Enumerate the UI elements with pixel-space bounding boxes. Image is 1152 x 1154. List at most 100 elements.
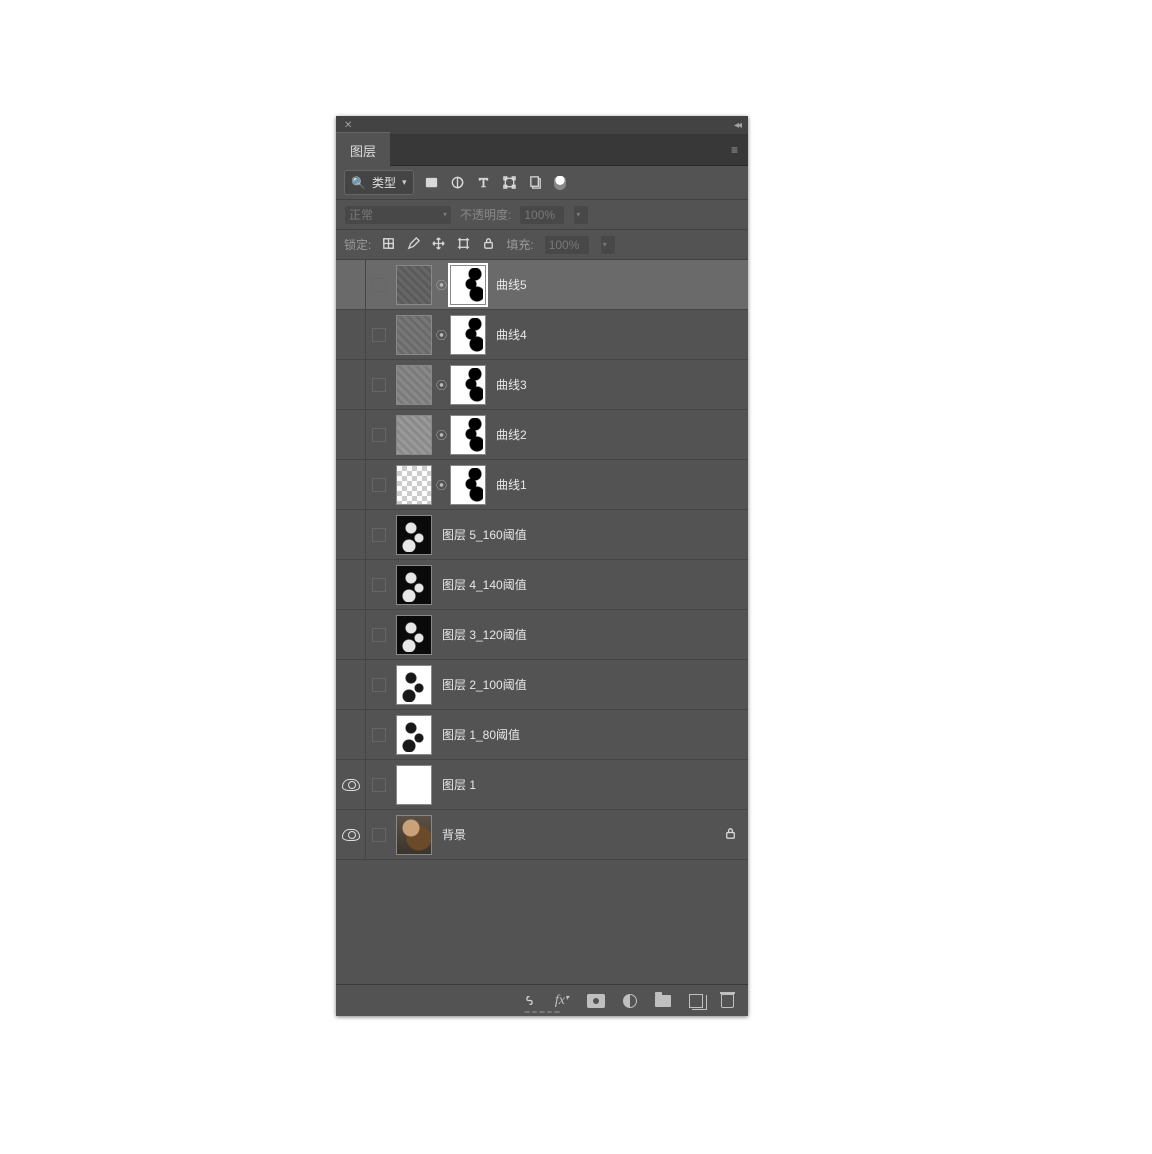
layer-row[interactable]: 背景 [336, 810, 748, 860]
opacity-input[interactable]: 100% [519, 205, 565, 225]
layer-thumbnail[interactable] [396, 415, 432, 455]
layer-row[interactable]: 图层 2_100阈值 [336, 660, 748, 710]
layers-panel: ✕ ◂◂ 图层 ≡ 🔍 类型 ▾ 正常 ▾ [336, 116, 748, 1016]
new-adjustment-icon[interactable] [623, 994, 637, 1008]
opacity-slider-toggle[interactable]: ▾ [573, 205, 589, 225]
layer-row[interactable]: ⦿ 曲线3 [336, 360, 748, 410]
close-icon[interactable]: ✕ [344, 120, 352, 131]
visibility-toggle[interactable] [336, 310, 366, 359]
layer-name[interactable]: 图层 1 [442, 776, 742, 793]
visibility-toggle[interactable] [336, 760, 366, 809]
layer-thumbnail[interactable] [396, 265, 432, 305]
thumb-group [396, 615, 432, 655]
layer-row[interactable]: ⦿ 曲线4 [336, 310, 748, 360]
layer-name[interactable]: 图层 4_140阈值 [442, 576, 742, 593]
visibility-toggle[interactable] [336, 660, 366, 709]
layer-name[interactable]: 背景 [442, 826, 723, 843]
link-layers-icon[interactable] [522, 993, 537, 1008]
layer-row[interactable]: ⦿ 曲线1 [336, 460, 748, 510]
link-icon[interactable]: ⦿ [436, 478, 446, 492]
layer-thumbnail[interactable] [396, 765, 432, 805]
filter-pixel-icon[interactable] [424, 175, 440, 191]
filter-type-select[interactable]: 🔍 类型 ▾ [344, 170, 414, 195]
layer-row[interactable]: 图层 4_140阈值 [336, 560, 748, 610]
thumb-group: ⦿ [396, 465, 486, 505]
layer-row[interactable]: 图层 5_160阈值 [336, 510, 748, 560]
opacity-value: 100% [524, 208, 555, 222]
visibility-toggle[interactable] [336, 360, 366, 409]
filter-type-icon[interactable] [476, 175, 492, 191]
expand-placeholder [372, 378, 386, 392]
layer-thumbnail[interactable] [396, 465, 432, 505]
layer-thumbnail[interactable] [396, 815, 432, 855]
visibility-toggle[interactable] [336, 610, 366, 659]
layer-row[interactable]: ⦿ 曲线5 [336, 260, 748, 310]
fill-input[interactable]: 100% [544, 235, 590, 255]
layer-thumbnail[interactable] [396, 565, 432, 605]
layer-style-icon[interactable]: fx▾ [555, 993, 569, 1009]
layer-name[interactable]: 曲线3 [496, 376, 742, 393]
add-mask-icon[interactable] [587, 994, 605, 1008]
link-icon[interactable]: ⦿ [436, 328, 446, 342]
resize-grip[interactable] [524, 1011, 560, 1014]
visibility-toggle[interactable] [336, 410, 366, 459]
layer-thumbnail[interactable] [396, 715, 432, 755]
panel-menu-icon[interactable]: ≡ [731, 143, 748, 157]
layer-mask-thumbnail[interactable] [450, 315, 486, 355]
link-icon[interactable]: ⦿ [436, 378, 446, 392]
filter-shape-icon[interactable] [502, 175, 518, 191]
new-layer-icon[interactable] [689, 994, 703, 1008]
filter-label: 类型 [372, 174, 396, 191]
fill-slider-toggle[interactable]: ▾ [600, 235, 616, 255]
visibility-toggle[interactable] [336, 710, 366, 759]
layer-name[interactable]: 图层 2_100阈值 [442, 676, 742, 693]
collapse-icon[interactable]: ◂◂ [734, 120, 740, 131]
link-icon[interactable]: ⦿ [436, 278, 446, 292]
layer-mask-thumbnail[interactable] [450, 265, 486, 305]
layer-name[interactable]: 图层 3_120阈值 [442, 626, 742, 643]
new-group-icon[interactable] [655, 995, 671, 1007]
layer-name[interactable]: 图层 5_160阈值 [442, 526, 742, 543]
lock-icon[interactable] [723, 826, 738, 844]
visibility-toggle[interactable] [336, 460, 366, 509]
layer-thumbnail[interactable] [396, 615, 432, 655]
panel-tabs: 图层 ≡ [336, 134, 748, 166]
layer-thumbnail[interactable] [396, 515, 432, 555]
tab-layers[interactable]: 图层 [336, 132, 390, 167]
lock-all-icon[interactable] [481, 236, 496, 254]
blend-mode-select[interactable]: 正常 ▾ [344, 205, 452, 225]
filter-toggle-switch[interactable] [554, 176, 566, 190]
layer-filter-row: 🔍 类型 ▾ [336, 166, 748, 200]
layer-row[interactable]: ⦿ 曲线2 [336, 410, 748, 460]
layer-name[interactable]: 曲线5 [496, 276, 742, 293]
layer-row[interactable]: 图层 3_120阈值 [336, 610, 748, 660]
lock-position-icon[interactable] [431, 236, 446, 254]
visibility-toggle[interactable] [336, 510, 366, 559]
layer-mask-thumbnail[interactable] [450, 365, 486, 405]
blend-mode-value: 正常 [349, 206, 373, 223]
lock-transparency-icon[interactable] [381, 236, 396, 254]
layer-thumbnail[interactable] [396, 665, 432, 705]
fill-label: 填充: [506, 236, 533, 253]
layer-thumbnail[interactable] [396, 315, 432, 355]
lock-artboard-icon[interactable] [456, 236, 471, 254]
layer-mask-thumbnail[interactable] [450, 415, 486, 455]
delete-layer-icon[interactable] [721, 994, 734, 1008]
layer-name[interactable]: 曲线1 [496, 476, 742, 493]
layer-row[interactable]: 图层 1 [336, 760, 748, 810]
expand-placeholder [372, 728, 386, 742]
filter-adjustment-icon[interactable] [450, 175, 466, 191]
layer-name[interactable]: 曲线2 [496, 426, 742, 443]
visibility-toggle[interactable] [336, 560, 366, 609]
thumb-group [396, 815, 432, 855]
layer-name[interactable]: 图层 1_80阈值 [442, 726, 742, 743]
link-icon[interactable]: ⦿ [436, 428, 446, 442]
filter-smart-icon[interactable] [528, 175, 544, 191]
lock-pixels-icon[interactable] [406, 236, 421, 254]
visibility-toggle[interactable] [336, 810, 366, 859]
layer-name[interactable]: 曲线4 [496, 326, 742, 343]
layer-row[interactable]: 图层 1_80阈值 [336, 710, 748, 760]
layer-mask-thumbnail[interactable] [450, 465, 486, 505]
visibility-toggle[interactable] [336, 260, 366, 309]
layer-thumbnail[interactable] [396, 365, 432, 405]
